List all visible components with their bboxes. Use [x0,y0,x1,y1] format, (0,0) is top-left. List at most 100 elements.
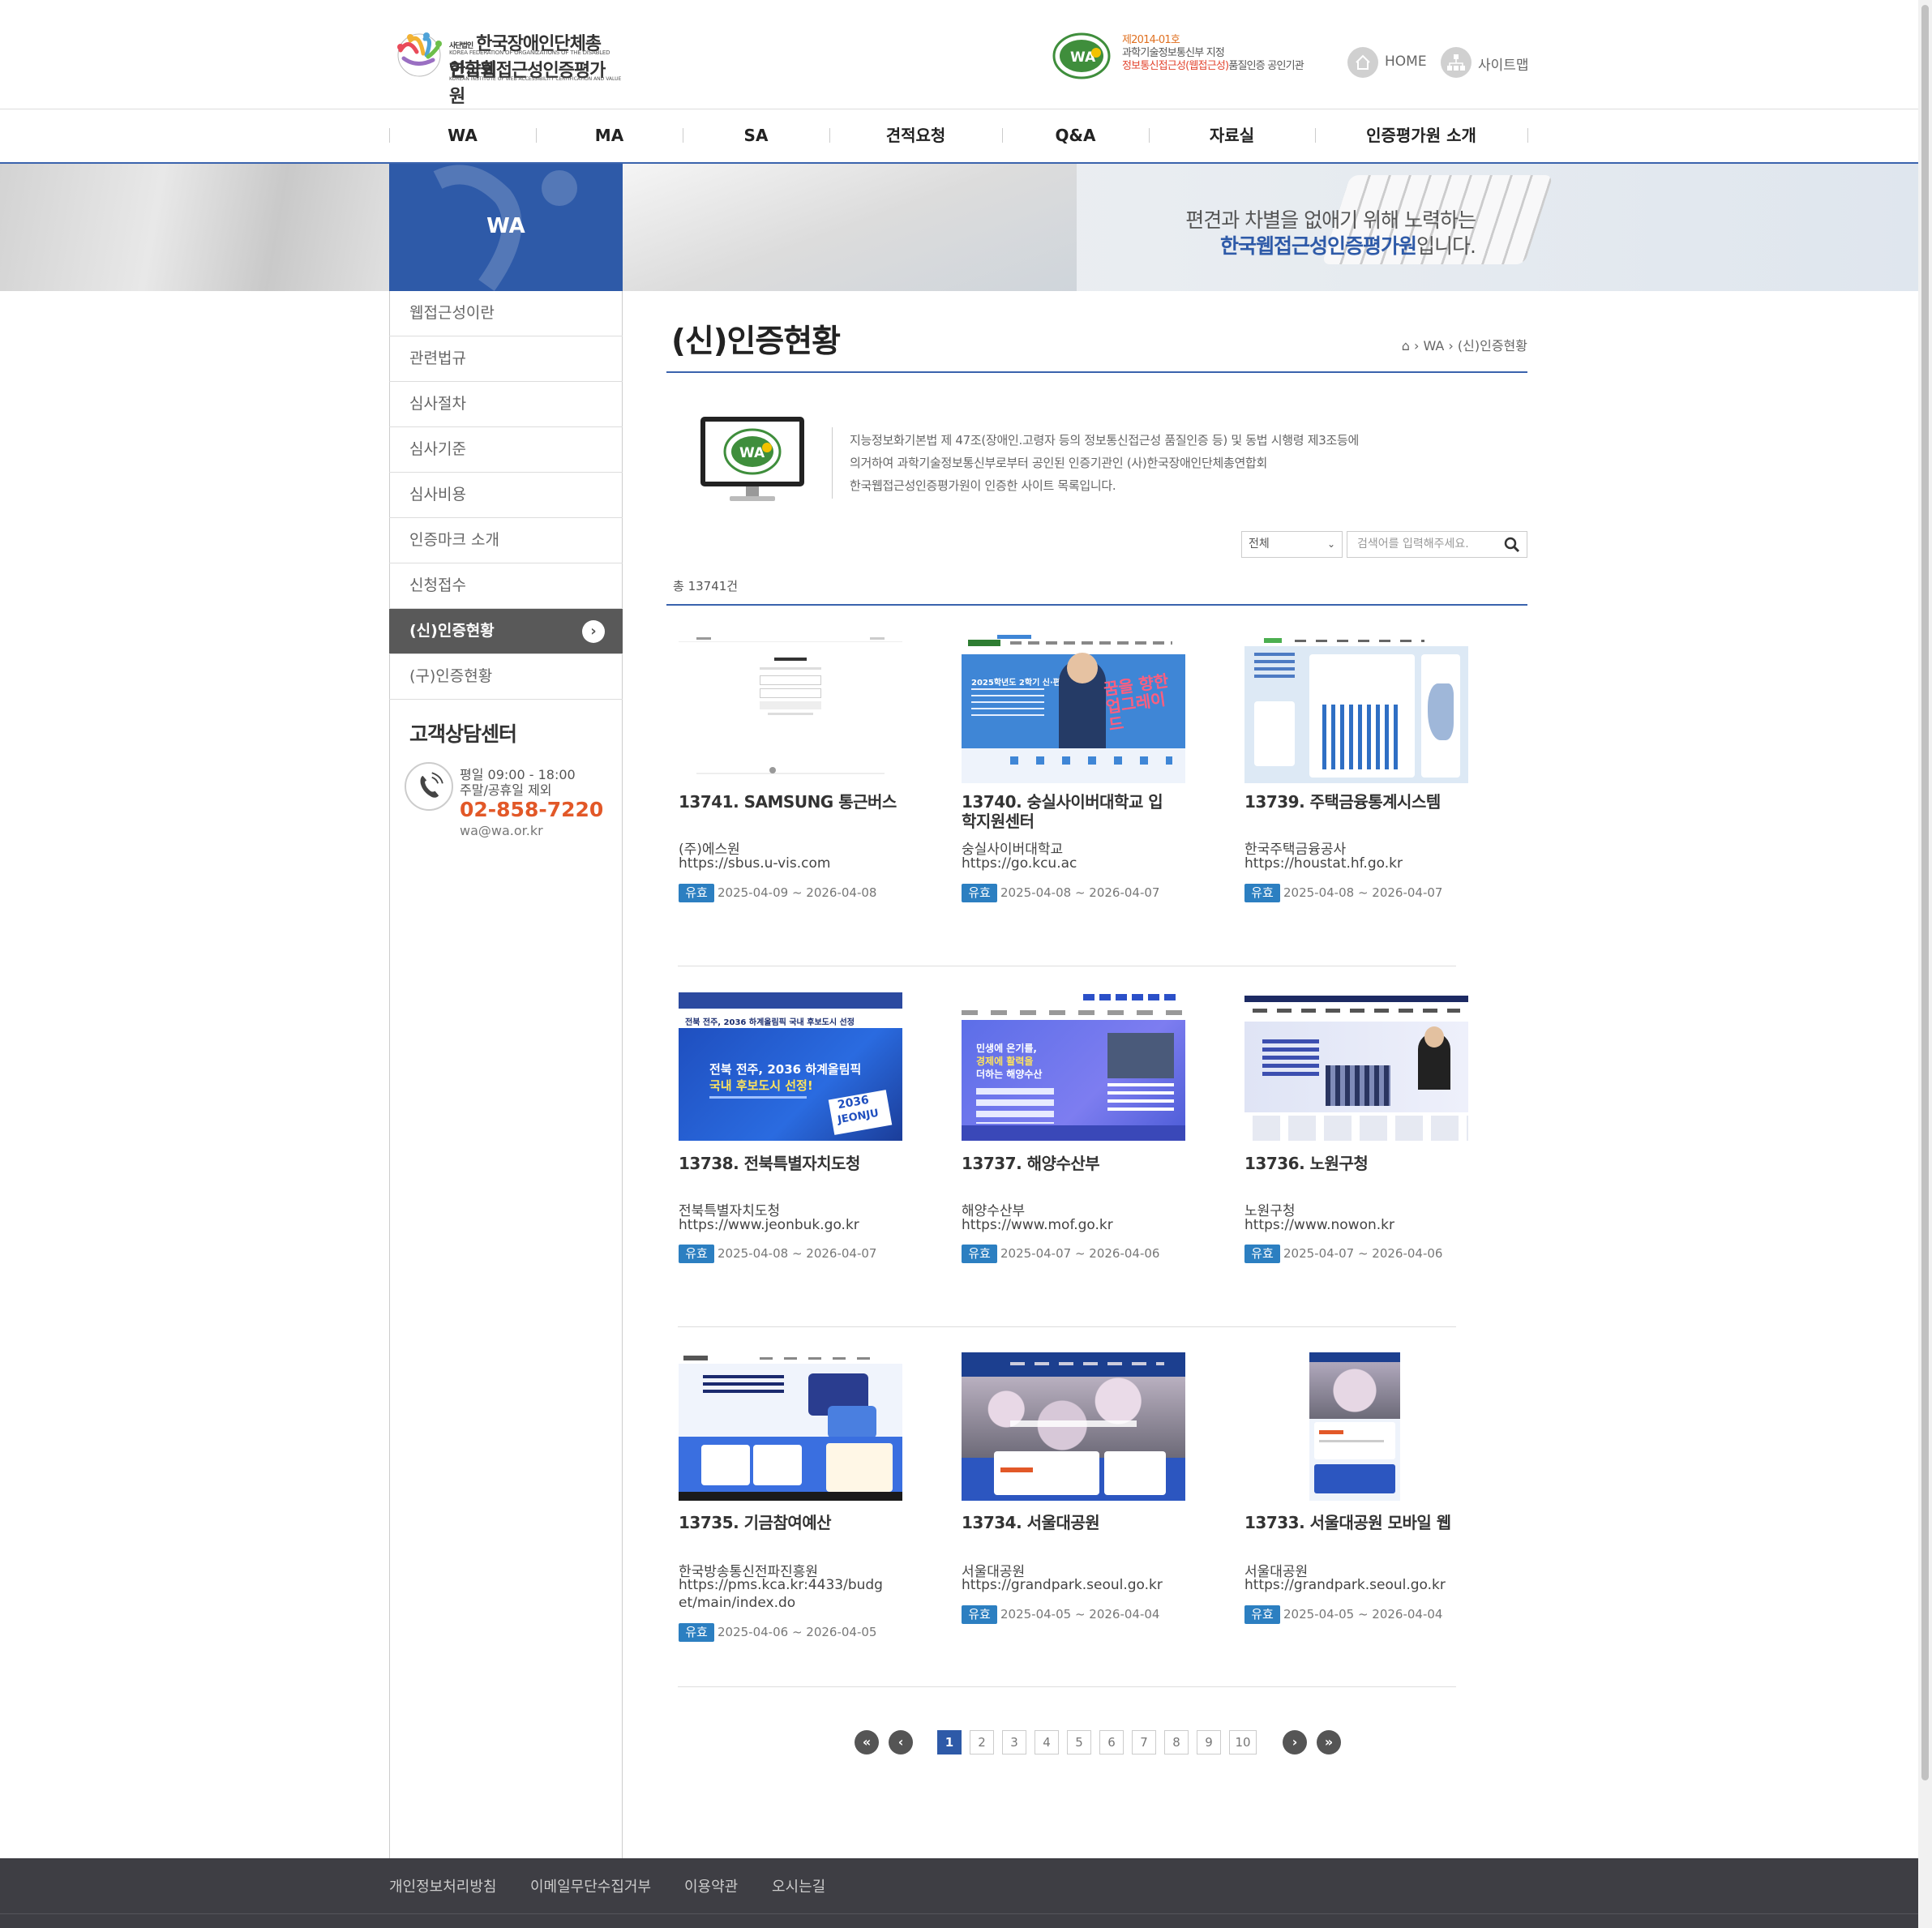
sidebar-item-new-cert-status[interactable]: (신)인증현황 › [389,609,623,654]
home-icon[interactable] [1347,47,1378,78]
page-button[interactable]: 10 [1229,1730,1257,1754]
card-url: https://www.jeonbuk.go.kr [679,1217,859,1233]
card-title[interactable]: 13740. 숭실사이버대학교 입학지원센터 [962,792,1172,831]
first-page-button[interactable]: « [855,1730,879,1754]
footer-link-privacy[interactable]: 개인정보처리방침 [389,1875,496,1896]
gnb-sa[interactable]: SA [683,109,829,162]
card-url: https://go.kcu.ac [962,855,1077,872]
customer-center-title: 고객상담센터 [409,722,517,746]
search-icon[interactable] [1504,537,1520,553]
gnb-ma[interactable]: MA [536,109,683,162]
card-period: 2025-04-06 ~ 2026-04-05 [718,1625,877,1639]
site-thumbnail[interactable]: 전북 전주, 2036 하계올림픽 국내 후보도시 선정 전북 전주, 2036… [679,992,902,1141]
thumb-headline-2: 경제에 활력을 [976,1056,1034,1067]
next-page-button[interactable]: › [1283,1730,1307,1754]
gnb-separator [1527,128,1528,143]
site-thumbnail[interactable] [1244,635,1468,783]
card-period: 2025-04-09 ~ 2026-04-08 [718,885,877,900]
gnb-qna[interactable]: Q&A [1002,109,1149,162]
home-link[interactable]: HOME [1385,54,1427,70]
chevron-right-icon: › [582,620,605,643]
site-thumbnail[interactable] [679,635,902,783]
page-title: (신)인증현황 [671,323,841,360]
chevron-left-icon: ‹ [897,1734,904,1750]
page-button-current[interactable]: 1 [937,1730,962,1754]
gnb-wa[interactable]: WA [389,109,536,162]
svg-text:WA: WA [739,445,765,461]
page-button[interactable]: 4 [1035,1730,1059,1754]
status-badge: 유효 [679,1245,714,1263]
card-title[interactable]: 13737. 해양수산부 [962,1154,1205,1173]
card-title[interactable]: 13739. 주택금융통계시스템 [1244,792,1488,812]
page-button[interactable]: 2 [970,1730,994,1754]
site-thumbnail[interactable] [962,1352,1185,1501]
prev-page-button[interactable]: ‹ [889,1730,913,1754]
status-badge: 유효 [1244,1245,1280,1263]
gnb-library[interactable]: 자료실 [1149,109,1315,162]
cs-phone-number[interactable]: 02-858-7220 [460,798,603,821]
page-button[interactable]: 6 [1099,1730,1124,1754]
card-period: 2025-04-05 ~ 2026-04-04 [1283,1607,1443,1622]
breadcrumb-item[interactable]: WA [1423,338,1444,353]
card-title[interactable]: 13735. 기금참여예산 [679,1513,922,1532]
search-input[interactable]: 검색어를 입력해주세요. [1347,531,1527,558]
site-thumbnail[interactable]: 민생에 온기를, 경제에 활력을 더하는 해양수산 [962,992,1185,1141]
card-url: https://sbus.u-vis.com [679,855,831,872]
sidebar-item-review-process[interactable]: 심사절차 [389,382,623,427]
last-page-button[interactable]: » [1317,1730,1341,1754]
card-period: 2025-04-05 ~ 2026-04-04 [1000,1607,1160,1622]
scrollbar-thumb[interactable] [1921,5,1929,1780]
footer-link-terms[interactable]: 이용약관 [684,1875,738,1896]
card-period: 2025-04-08 ~ 2026-04-07 [1000,885,1160,900]
sidebar-item-application[interactable]: 신청접수 [389,563,623,609]
card-title[interactable]: 13733. 서울대공원 모바일 웹 [1244,1513,1455,1532]
card-title[interactable]: 13736. 노원구청 [1244,1154,1488,1173]
card-title[interactable]: 13741. SAMSUNG 통근버스 [679,792,922,812]
wa-certification-mark-icon: WA [1052,32,1111,79]
page-button[interactable]: 9 [1197,1730,1221,1754]
footer [0,1858,1918,1928]
search-category-select[interactable]: 전체 ⌄ [1241,531,1343,558]
sitemap-link[interactable]: 사이트맵 [1478,54,1529,74]
certification-text: 제2014-01호 과학기술정보통신부 지정 정보통신접근성(웹접근성)품질인증… [1122,34,1304,72]
gnb-quote-request[interactable]: 견적요청 [829,109,1002,162]
page-button[interactable]: 5 [1067,1730,1091,1754]
row-divider [678,1326,1456,1327]
logo-org-english: KOREA FEDERATION OF ORGANIZATIONS OF THE… [449,49,610,56]
sidebar-item-review-criteria[interactable]: 심사기준 [389,427,623,473]
card-period: 2025-04-07 ~ 2026-04-06 [1000,1246,1160,1261]
status-badge: 유효 [962,884,997,902]
page-button[interactable]: 8 [1164,1730,1189,1754]
banner-copy-line1: 편견과 차별을 없애기 위해 노력하는 [1185,208,1476,232]
site-logo[interactable]: 사단법인 한국장애인단체총연합회 KOREA FEDERATION OF ORGA… [392,28,621,107]
footer-link-directions[interactable]: 오시는길 [772,1875,825,1896]
site-thumbnail[interactable] [1244,1352,1468,1501]
thumb-headline-2: 국내 후보도시 선정! [709,1078,813,1093]
logo-institute-name: 한국웹접근성인증평가원 [449,61,606,107]
card-title[interactable]: 13734. 서울대공원 [962,1513,1205,1532]
cs-email[interactable]: wa@wa.or.kr [460,823,543,838]
site-thumbnail[interactable]: 2025학년도 2학기 신·편입생 모집 꿈을 향한 업그레이드 [962,635,1185,783]
sidebar-item-cert-mark[interactable]: 인증마크 소개 [389,518,623,563]
intro-text-line2: 의거하여 과학기술정보통신부로부터 공인된 인증기관인 (사)한국장애인단체총연… [850,456,1267,470]
sitemap-icon[interactable] [1441,47,1471,78]
sidebar-item-old-cert-status[interactable]: (구)인증현황 [389,654,623,700]
site-thumbnail[interactable] [1244,992,1468,1141]
sidebar-item-regulations[interactable]: 관련법규 [389,336,623,382]
page-scrollbar[interactable] [1918,0,1932,1928]
site-thumbnail[interactable] [679,1352,902,1501]
sidebar-item-review-cost[interactable]: 심사비용 [389,473,623,518]
double-chevron-left-icon: « [862,1734,872,1750]
footer-link-email-policy[interactable]: 이메일무단수집거부 [530,1875,651,1896]
gnb-about[interactable]: 인증평가원 소개 [1315,109,1527,162]
banner-keyboard-photo [623,164,1553,291]
status-badge: 유효 [1244,884,1280,902]
sidebar-item-web-accessibility[interactable]: 웹접근성이란 [389,291,623,336]
list-top-divider [666,604,1527,606]
home-icon[interactable]: ⌂ [1402,338,1410,353]
page-button[interactable]: 7 [1132,1730,1156,1754]
row-divider [678,1686,1456,1687]
page-button[interactable]: 3 [1002,1730,1026,1754]
cs-hours-holiday: 주말/공휴일 제외 [460,782,552,798]
card-title[interactable]: 13738. 전북특별자치도청 [679,1154,922,1173]
